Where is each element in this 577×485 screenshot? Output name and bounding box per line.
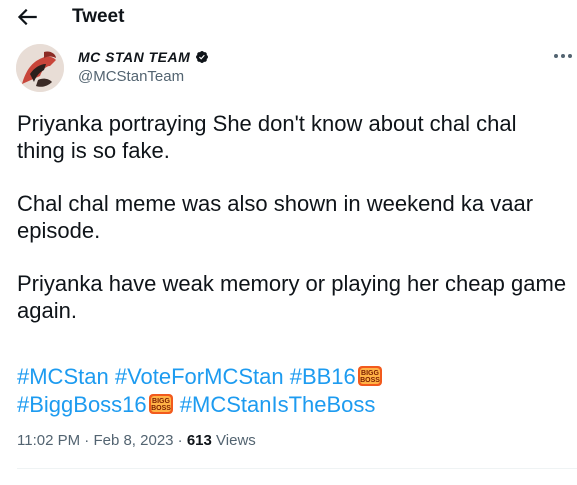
back-arrow-icon[interactable] — [14, 4, 40, 30]
more-options-icon[interactable] — [553, 48, 573, 64]
tweet-text: Priyanka portraying She don't know about… — [17, 110, 567, 350]
bigg-boss-emoji-icon: BIGG BOSS — [148, 393, 174, 415]
hashtag-link[interactable]: #VoteForMCStan — [115, 364, 284, 389]
tweet-paragraph: Priyanka portraying She don't know about… — [17, 111, 517, 163]
avatar[interactable] — [16, 44, 64, 92]
page-title: Tweet — [72, 6, 125, 27]
svg-text:BOSS: BOSS — [151, 405, 171, 412]
hashtag-link[interactable]: #BiggBoss16 — [17, 392, 147, 417]
author-name[interactable]: MC STAN TEAM — [78, 49, 190, 65]
divider — [17, 468, 577, 469]
hashtag-block: #MCStan #VoteForMCStan #BB16 BIGG BOSS #… — [17, 363, 567, 419]
verified-badge-icon — [195, 50, 209, 64]
author-handle[interactable]: @MCStanTeam — [78, 68, 184, 85]
top-bar: Tweet — [0, 0, 577, 34]
views-count: 613 — [186, 432, 212, 449]
tweet-paragraph: Chal chal meme was also shown in weekend… — [17, 191, 534, 243]
tweet-time[interactable]: 11:02 PM — [17, 432, 80, 449]
hashtag-link[interactable]: #MCStan — [17, 364, 109, 389]
meta-separator: · — [84, 432, 90, 449]
tweet-meta: 11:02 PM · Feb 8, 2023 · 613 Views — [17, 432, 256, 449]
views-label: Views — [216, 432, 256, 449]
bigg-boss-emoji-icon: BIGG BOSS — [357, 365, 383, 387]
tweet-paragraph: Priyanka have weak memory or playing her… — [17, 271, 567, 323]
svg-text:BIGG: BIGG — [152, 398, 170, 405]
hashtag-link[interactable]: #MCStanIsTheBoss — [180, 392, 376, 417]
hashtag-link[interactable]: #BB16 — [290, 364, 356, 389]
svg-text:BIGG: BIGG — [361, 370, 379, 377]
meta-separator: · — [177, 432, 183, 449]
tweet-date[interactable]: Feb 8, 2023 — [93, 432, 173, 449]
svg-text:BOSS: BOSS — [360, 377, 380, 384]
